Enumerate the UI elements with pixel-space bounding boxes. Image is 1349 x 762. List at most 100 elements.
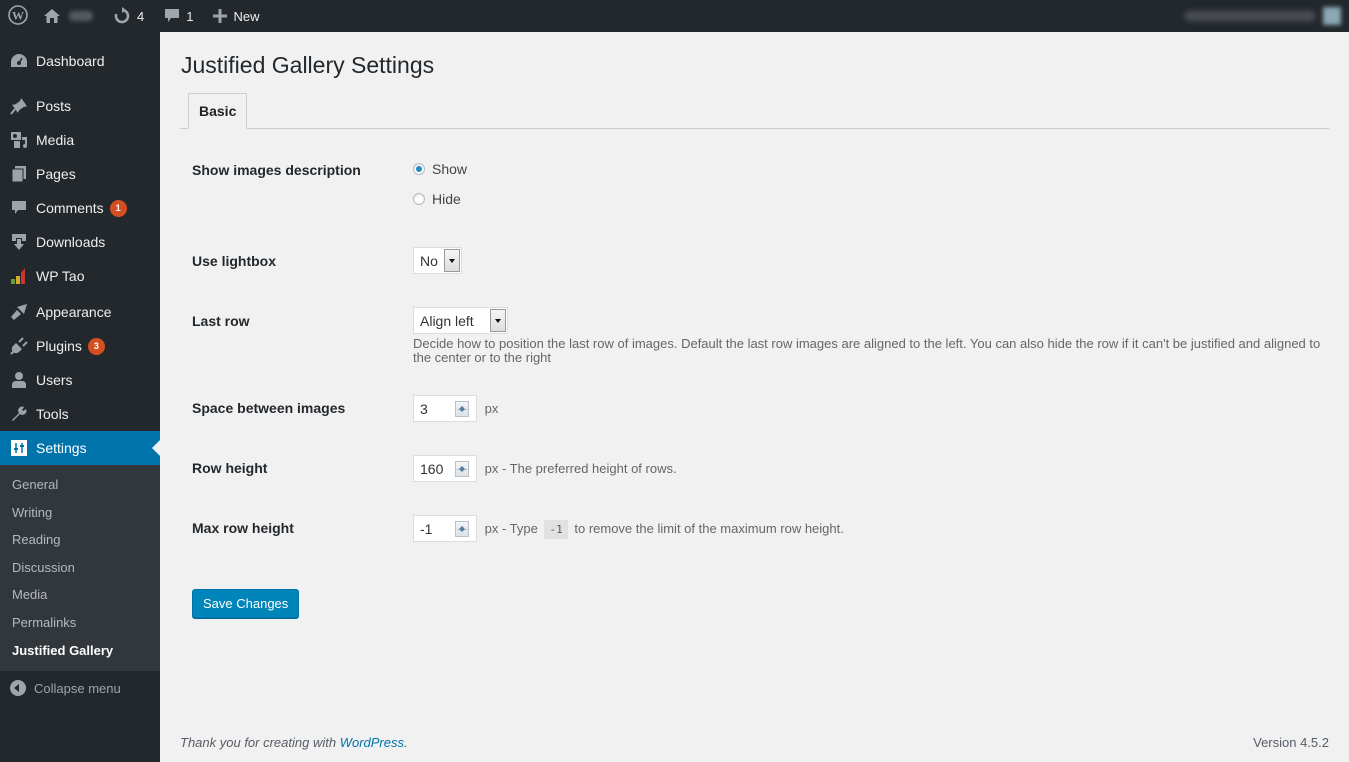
settings-icon	[10, 439, 28, 457]
use-lightbox-select[interactable]: No	[413, 247, 462, 274]
sidebar-item-label: Posts	[36, 98, 72, 114]
sidebar-item-label: Downloads	[36, 234, 106, 250]
number-spinner[interactable]	[455, 461, 469, 477]
my-account-menu[interactable]	[1185, 7, 1349, 25]
sidebar-item-downloads[interactable]: Downloads	[0, 225, 160, 259]
radio-show[interactable]: Show	[413, 159, 467, 179]
collapse-arrow-icon	[10, 680, 26, 697]
input-value: 160	[420, 460, 444, 477]
sidebar-item-label: Comments	[36, 200, 104, 216]
submenu-item-discussion[interactable]: Discussion	[0, 554, 160, 582]
chevron-down-icon	[443, 249, 460, 272]
last-row-description: Decide how to position the last row of i…	[413, 336, 1321, 365]
wordpress-logo-icon: W	[8, 4, 28, 28]
site-name-menu[interactable]: Dev	[36, 0, 100, 32]
row-height-input[interactable]: 160	[413, 455, 477, 482]
footer-text: Thank you for creating with	[180, 735, 337, 750]
submenu-item-general[interactable]: General	[0, 471, 160, 499]
space-between-field: 3 px	[413, 395, 498, 422]
use-lightbox-field: No	[413, 247, 462, 274]
sidebar-item-settings[interactable]: Settings	[0, 431, 160, 465]
sidebar-item-label: Dashboard	[36, 53, 105, 69]
number-spinner[interactable]	[455, 401, 469, 417]
submenu-item-writing[interactable]: Writing	[0, 499, 160, 527]
pin-icon	[10, 97, 28, 115]
wordpress-link[interactable]: WordPress	[340, 735, 404, 750]
max-row-height-field: -1 px - Type -1 to remove the limit of t…	[413, 515, 844, 542]
sidebar-item-appearance[interactable]: Appearance	[0, 295, 160, 329]
main-content: Justified Gallery Settings Basic Show im…	[160, 32, 1349, 762]
select-value: No	[420, 252, 438, 269]
max-row-height-input[interactable]: -1	[413, 515, 477, 542]
sidebar-item-dashboard[interactable]: Dashboard	[0, 44, 160, 78]
sidebar-item-users[interactable]: Users	[0, 363, 160, 397]
settings-tabs: Basic	[180, 93, 1329, 129]
sidebar-item-label: Plugins	[36, 338, 82, 354]
collapse-menu-button[interactable]: Collapse menu	[0, 671, 160, 705]
tab-basic[interactable]: Basic	[188, 93, 248, 129]
submenu-item-reading[interactable]: Reading	[0, 526, 160, 554]
radio-label: Show	[432, 161, 468, 177]
page-title: Justified Gallery Settings	[181, 52, 435, 78]
pages-icon	[10, 165, 28, 183]
radio-hide[interactable]: Hide	[413, 189, 467, 209]
radio-label: Hide	[432, 191, 461, 207]
plugins-badge: 3	[87, 337, 105, 355]
bar-chart-icon	[10, 267, 28, 285]
sidebar-item-pages[interactable]: Pages	[0, 157, 160, 191]
last-row-field: Align left Decide how to position the la…	[413, 307, 1323, 365]
input-value: 3	[420, 400, 428, 417]
updates-icon	[113, 7, 131, 25]
comment-icon	[164, 8, 180, 24]
sidebar-item-posts[interactable]: Posts	[0, 89, 160, 123]
sidebar-item-media[interactable]: Media	[0, 123, 160, 157]
svg-text:W: W	[12, 8, 24, 22]
sidebar-item-wp-tao[interactable]: WP Tao	[0, 259, 160, 293]
sidebar-item-label: Tools	[36, 406, 69, 422]
save-changes-button[interactable]: Save Changes	[192, 589, 300, 618]
space-between-unit: px	[484, 401, 499, 416]
radio-button[interactable]	[413, 193, 425, 205]
footer-text: .	[404, 735, 408, 750]
space-between-input[interactable]: 3	[413, 395, 477, 422]
media-icon	[10, 131, 28, 149]
comments-count: 1	[186, 8, 194, 24]
plus-icon	[213, 9, 228, 23]
settings-submenu: General Writing Reading Discussion Media…	[0, 465, 160, 672]
comments-menu[interactable]: 1	[157, 0, 200, 32]
max-row-height-label: Max row height	[192, 520, 294, 536]
user-icon	[10, 371, 28, 389]
updates-menu[interactable]: 4	[106, 0, 151, 32]
footer-thanks: Thank you for creating with WordPress.	[180, 735, 408, 750]
sidebar-item-label: Users	[36, 372, 73, 388]
download-icon	[10, 233, 28, 251]
row-height-field: 160 px - The preferred height of rows.	[413, 455, 677, 482]
new-content-menu[interactable]: New	[206, 0, 266, 32]
row-height-hint: px - The preferred height of rows.	[484, 461, 677, 476]
row-height-label: Row height	[192, 460, 268, 476]
submenu-item-justified-gallery[interactable]: Justified Gallery	[0, 637, 160, 665]
use-lightbox-label: Use lightbox	[192, 253, 277, 269]
radio-button-checked[interactable]	[413, 163, 425, 175]
wordpress-logo-menu[interactable]: W	[0, 0, 36, 32]
menu-separator	[0, 78, 160, 89]
submenu-item-permalinks[interactable]: Permalinks	[0, 609, 160, 637]
show-description-radio-group: Show Hide	[413, 159, 467, 209]
show-description-label: Show images description	[192, 162, 361, 178]
submenu-item-media[interactable]: Media	[0, 581, 160, 609]
hint-code: -1	[544, 520, 568, 539]
sidebar-item-comments[interactable]: Comments 1	[0, 191, 160, 225]
sidebar-item-label: Settings	[36, 440, 87, 456]
hint-text: to remove the limit of the maximum row h…	[574, 521, 844, 536]
plugin-icon	[10, 337, 28, 355]
sidebar-item-tools[interactable]: Tools	[0, 397, 160, 431]
comment-icon	[10, 199, 28, 217]
avatar	[1323, 7, 1341, 25]
sidebar-item-plugins[interactable]: Plugins 3	[0, 329, 160, 363]
sidebar-item-label: Appearance	[36, 304, 112, 320]
collapse-menu-label: Collapse menu	[34, 680, 121, 696]
footer-version: Version 4.5.2	[1253, 735, 1329, 750]
last-row-select[interactable]: Align left	[413, 307, 508, 334]
number-spinner[interactable]	[455, 521, 469, 537]
hint-text: px - Type	[484, 521, 538, 536]
